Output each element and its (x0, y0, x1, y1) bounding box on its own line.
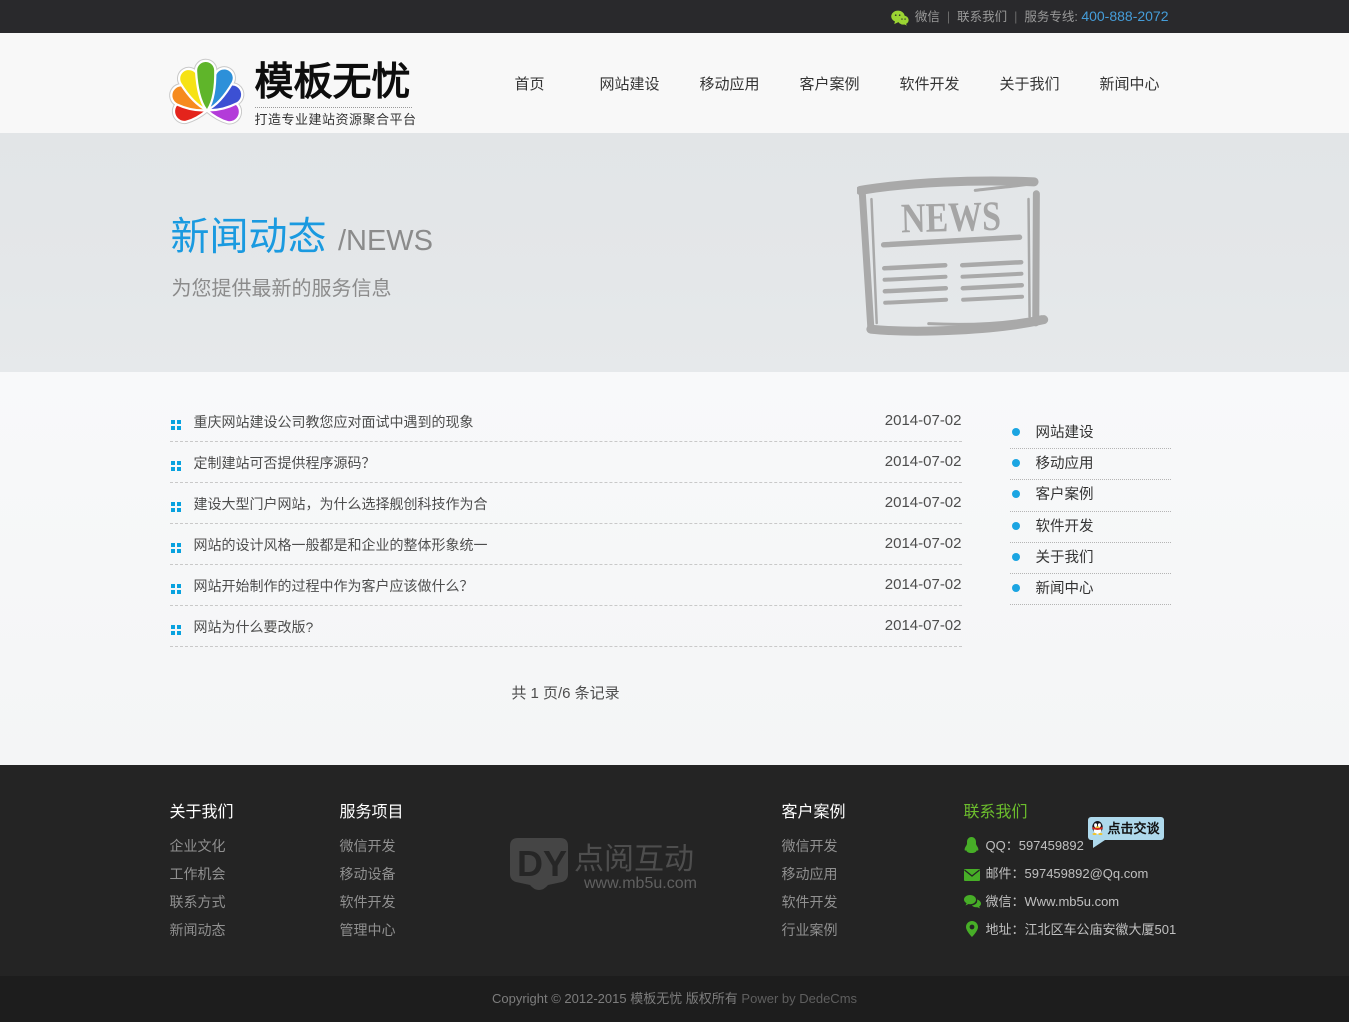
svg-text:DY: DY (517, 843, 567, 884)
svg-text:www.mb5u.com: www.mb5u.com (583, 875, 697, 892)
svg-text:点阅互动: 点阅互动 (574, 843, 694, 876)
svg-text:NEWS: NEWS (900, 194, 1001, 243)
